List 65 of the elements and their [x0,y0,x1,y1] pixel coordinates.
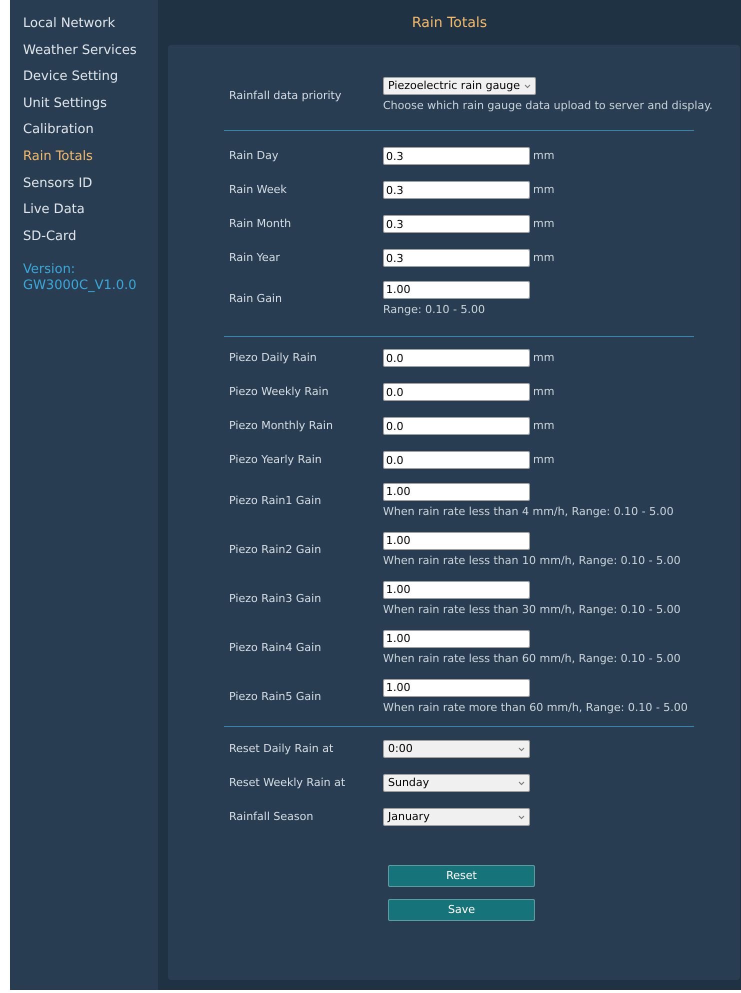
field-label: Piezo Rain5 Gain [228,689,322,706]
dropdown[interactable]: Piezoelectric rain gauge [383,77,536,96]
field-label: Reset Weekly Rain at [228,774,346,791]
field-label: Piezo Monthly Rain [228,418,334,434]
hint-text: When rain rate less than 10 mm/h, Range: 0.10 - 5.00 [383,552,681,569]
input-field[interactable]: 1.00 [383,678,530,697]
input-field[interactable]: 1.00 [383,280,530,299]
nav-item[interactable]: Unit Settings [23,92,158,120]
input-field[interactable]: 1.00 [383,630,530,648]
field-label: Piezo Rain3 Gain [228,591,322,608]
hint-text: Choose which rain gauge data upload to server and display. [383,98,713,114]
unit-label: mm [533,452,554,468]
unit-label: mm [533,182,554,198]
dropdown[interactable]: 0:00 [383,740,530,758]
unit-label: mm [533,384,554,400]
unit-label: mm [533,216,554,232]
unit-label: mm [533,418,554,434]
nav-item[interactable]: Live Data [23,199,158,226]
input-field[interactable]: 1.00 [383,580,530,599]
field-label: Piezo Rain4 Gain [228,640,322,656]
nav-item[interactable]: Weather Services [23,40,158,66]
input-field[interactable]: 0.3 [383,181,530,199]
input-field[interactable]: 1.00 [383,482,530,501]
field-label: Rainfall data priority [228,88,342,104]
action-button[interactable]: Save [388,899,535,921]
nav-item[interactable]: Local Network [23,13,158,40]
hint-text: When rain rate less than 4 mm/h, Range: 0.10 - 5.00 [383,504,674,520]
input-field[interactable]: 0.0 [383,417,530,435]
field-label: Piezo Daily Rain [228,350,318,366]
field-label: Piezo Rain1 Gain [228,493,322,510]
field-label: Piezo Weekly Rain [228,384,330,400]
nav-item[interactable]: Calibration [23,119,158,146]
hint-text: Range: 0.10 - 5.00 [383,302,486,318]
version-text: GW3000C_V1.0.0 [23,278,138,294]
nav-item[interactable]: Sensors ID [23,172,158,200]
unit-label: mm [533,148,554,164]
input-field[interactable]: 0.0 [383,451,530,469]
field-label: Rainfall Season [228,808,314,825]
field-label: Rain Gain [228,291,283,308]
field-label: Rain Week [228,182,288,198]
field-label: Rain Month [228,216,292,232]
input-field[interactable]: 0.3 [383,147,530,165]
field-label: Rain Day [228,148,280,164]
input-field[interactable]: 1.00 [383,532,530,550]
page-title: Rain Totals [412,14,488,33]
nav-item[interactable]: SD-Card [23,226,158,252]
dropdown[interactable]: January [383,808,530,826]
field-label: Piezo Yearly Rain [228,452,323,468]
input-field[interactable]: 0.0 [383,349,530,367]
input-field[interactable]: 0.3 [383,215,530,233]
field-label: Piezo Rain2 Gain [228,542,322,558]
input-field[interactable]: 0.0 [383,383,530,401]
nav-item[interactable]: Device Setting [23,66,158,93]
dropdown[interactable]: Sunday [383,774,530,792]
version-label: Version: [23,262,76,278]
unit-label: mm [533,350,554,366]
input-field[interactable]: 0.3 [383,249,530,267]
action-button[interactable]: Reset [388,865,535,887]
hint-text: When rain rate more than 60 mm/h, Range: 0.10 - 5.00 [383,700,688,716]
unit-label: mm [533,250,554,266]
hint-text: When rain rate less than 60 mm/h, Range: 0.10 - 5.00 [383,650,681,667]
hint-text: When rain rate less than 30 mm/h, Range: 0.10 - 5.00 [383,602,681,618]
nav-item[interactable]: Rain Totals [23,146,158,173]
field-label: Reset Daily Rain at [228,740,334,757]
field-label: Rain Year [228,250,281,266]
